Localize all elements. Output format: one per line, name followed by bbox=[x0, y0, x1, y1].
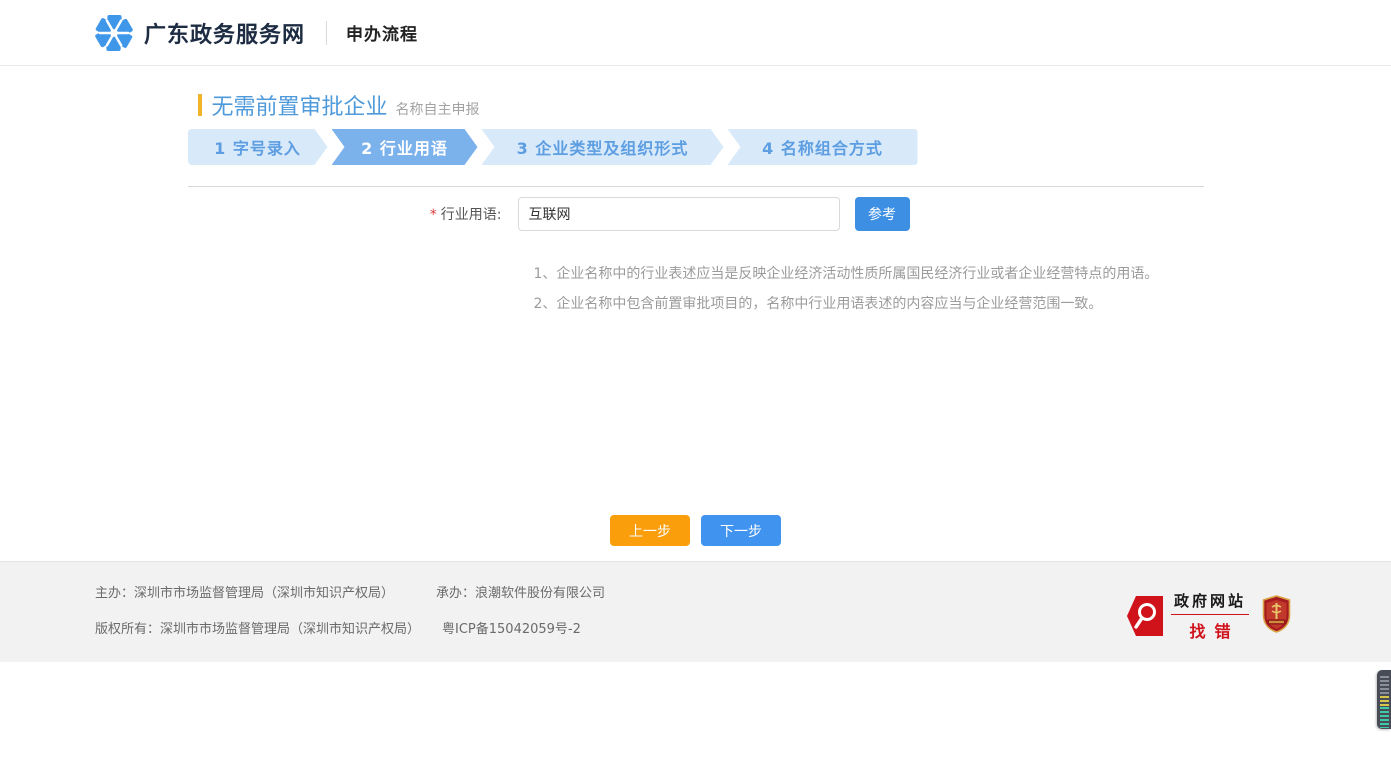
title-accent-bar bbox=[198, 94, 202, 116]
main-content: 无需前置审批企业 名称自主申报 1 字号录入 2 行业用语 3 企业类型及组织形… bbox=[0, 66, 1391, 561]
site-logo-link[interactable]: 广东政务服务网 bbox=[95, 14, 305, 52]
minimap-yellow-stripes bbox=[1380, 696, 1389, 706]
bottom-white-strip bbox=[0, 662, 1391, 761]
error-report-text: 政府网站 找错 bbox=[1171, 590, 1249, 642]
error-report-magnifier-icon bbox=[1127, 596, 1163, 636]
header-divider bbox=[326, 21, 327, 45]
site-title: 广东政务服务网 bbox=[144, 17, 305, 49]
step-4-name-combination[interactable]: 4 名称组合方式 bbox=[728, 129, 918, 165]
page-title: 无需前置审批企业 bbox=[212, 89, 388, 121]
error-report-rule bbox=[1171, 614, 1249, 615]
footer-badges: 政府网站 找错 bbox=[1127, 590, 1291, 642]
previous-step-button[interactable]: 上一步 bbox=[610, 515, 690, 546]
hint-list: 1、企业名称中的行业表述应当是反映企业经济活动性质所属国民经济行业或者企业经营特… bbox=[534, 259, 1204, 319]
page-subtitle: 名称自主申报 bbox=[396, 99, 480, 121]
step-2-industry-term[interactable]: 2 行业用语 bbox=[332, 129, 478, 165]
step-indicator: 1 字号录入 2 行业用语 3 企业类型及组织形式 4 名称组合方式 bbox=[188, 129, 910, 165]
minimap-gray-stripes bbox=[1380, 676, 1389, 695]
icp-license-link[interactable]: 粤ICP备15042059号-2 bbox=[442, 622, 581, 638]
industry-term-form-row: *行业用语: 参考 bbox=[188, 197, 1204, 231]
next-step-button[interactable]: 下一步 bbox=[701, 515, 781, 546]
minimap-teal-stripes bbox=[1380, 707, 1389, 728]
step-1-zihao-entry[interactable]: 1 字号录入 bbox=[188, 129, 328, 165]
hint-line-2: 2、企业名称中包含前置审批项目的，名称中行业用语表述的内容应当与企业经营范围一致… bbox=[534, 289, 1204, 319]
required-asterisk: * bbox=[430, 207, 437, 223]
window-edge-minimap-artifact bbox=[1377, 670, 1391, 729]
footer-undertaker-text: 承办：浪潮软件股份有限公司 bbox=[436, 586, 605, 602]
industry-term-label: *行业用语: bbox=[188, 204, 518, 224]
hint-line-1: 1、企业名称中的行业表述应当是反映企业经济活动性质所属国民经济行业或者企业经营特… bbox=[534, 259, 1204, 289]
section-divider bbox=[188, 186, 1204, 187]
industry-term-input[interactable] bbox=[518, 197, 840, 231]
pinwheel-logo-icon bbox=[95, 14, 133, 52]
footer-copyright-text: 版权所有：深圳市市场监督管理局（深圳市知识产权局） bbox=[95, 622, 420, 638]
header-nav-title: 申办流程 bbox=[346, 20, 418, 45]
wizard-actions: 上一步 下一步 bbox=[188, 515, 1204, 546]
gov-site-error-report-link[interactable]: 政府网站 找错 bbox=[1127, 590, 1249, 642]
footer: 主办：深圳市市场监督管理局（深圳市知识产权局） 承办：浪潮软件股份有限公司 版权… bbox=[0, 561, 1391, 662]
header: 广东政务服务网 申办流程 bbox=[0, 0, 1391, 66]
page-title-row: 无需前置审批企业 名称自主申报 bbox=[188, 66, 1204, 121]
error-report-line1: 政府网站 bbox=[1174, 590, 1246, 611]
reference-button[interactable]: 参考 bbox=[855, 197, 910, 231]
certification-shield-badge[interactable] bbox=[1262, 595, 1291, 637]
footer-host-text: 主办：深圳市市场监督管理局（深圳市知识产权局） bbox=[95, 586, 394, 602]
error-report-line2: 找错 bbox=[1180, 618, 1239, 642]
step-3-enterprise-type[interactable]: 3 企业类型及组织形式 bbox=[482, 129, 724, 165]
